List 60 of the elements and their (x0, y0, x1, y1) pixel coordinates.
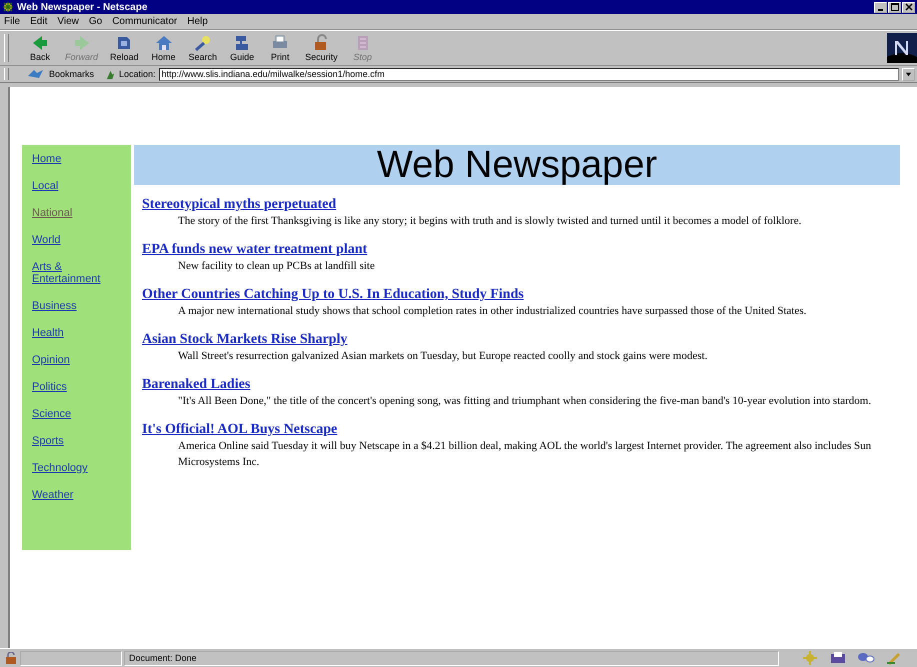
chat-bubbles-icon (857, 651, 875, 665)
nav-link[interactable]: Opinion (32, 354, 112, 366)
nav-link[interactable]: Sports (32, 435, 112, 447)
article-summary: Wall Street's resurrection galvanized Asian markets on Tuesday, but Europe reacted coolly and stock gains were modest. (177, 349, 708, 364)
search-icon (192, 34, 213, 52)
nav-link[interactable]: Local (32, 180, 112, 192)
nav-link[interactable]: Science (32, 408, 112, 420)
logo-icon (887, 33, 917, 63)
status-text: Document: Done (124, 650, 779, 666)
url-field[interactable]: http://www.slis.indiana.edu/milwalke/session1/home.cfm (158, 68, 899, 80)
article-summary: The story of the first Thanksgiving is like any story; it begins with truth and is slowly twisted and turned until it becomes a model of folklore. (177, 214, 802, 229)
nav-link[interactable]: Business (32, 300, 112, 312)
dropdown-button[interactable] (902, 68, 915, 80)
app-icon (2, 1, 14, 13)
house-icon (154, 34, 174, 52)
nav-link[interactable]: Weather (32, 489, 112, 501)
close-icon (904, 3, 912, 11)
headline-link[interactable]: Other Countries Catching Up to U.S. In Education, Study Finds (142, 287, 524, 303)
nav-link[interactable]: National (32, 207, 112, 219)
article-summary: New facility to clean up PCBs at landfill site (177, 259, 376, 274)
window-title: Web Newspaper - Netscape (17, 2, 148, 12)
menu-item[interactable]: Communicator (112, 16, 178, 27)
nav-link[interactable]: Technology (32, 462, 112, 474)
nav-link[interactable]: Arts & Entertainment (32, 261, 112, 285)
nav-link[interactable]: Home (32, 153, 112, 165)
close-button[interactable] (902, 2, 915, 12)
toolbar-button[interactable]: Home (146, 34, 181, 62)
article-summary: America Online said Tuesday it will buy Netscape in a $4.21 billion deal, making AOL the world's largest Internet provider. The agreement also includes Sun Microsystems Inc. (177, 439, 872, 470)
toolbar-button[interactable]: Print (263, 34, 298, 62)
bookmarks-button[interactable]: Bookmarks (49, 69, 94, 79)
pen-icon (885, 651, 903, 665)
headline-link[interactable]: It's Official! AOL Buys Netscape (142, 422, 338, 438)
maximize-button[interactable] (888, 2, 901, 12)
menu-item[interactable]: Help (187, 16, 208, 27)
nav-link[interactable]: World (32, 234, 112, 246)
menu-item[interactable]: File (4, 16, 20, 27)
toolbar-button[interactable]: Security (301, 34, 342, 62)
toolbar-button[interactable]: Back (23, 34, 57, 62)
menu-item[interactable]: Go (88, 16, 102, 27)
caret-icon (905, 70, 912, 78)
article-summary: "It's All Been Done," the title of the concert's opening song, was fitting and triumphant when considering the five-man band's 10-year evolution into stardom. (177, 394, 872, 409)
padlock-icon (4, 652, 18, 664)
nav-link[interactable]: Health (32, 327, 112, 339)
page-title: Web Newspaper (376, 144, 658, 186)
menu-item[interactable]: View (57, 16, 79, 27)
headline-link[interactable]: Barenaked Ladies (142, 377, 250, 393)
article-summary: A major new international study shows that school completion rates in other industrialized countries have surpassed those of the United States. (177, 304, 808, 319)
menu-item[interactable]: Edit (30, 16, 48, 27)
toolbar-button[interactable]: Search (184, 34, 222, 62)
gear-icon (801, 651, 819, 665)
toolbar-button[interactable]: Reload (106, 34, 143, 62)
maximize-icon (890, 3, 898, 11)
headline-link[interactable]: Asian Stock Markets Rise Sharply (142, 332, 348, 348)
minimize-button[interactable] (874, 2, 887, 12)
inbox-icon (829, 651, 847, 665)
headline-link[interactable]: EPA funds new water treatment plant (142, 242, 368, 258)
nav-link[interactable]: Politics (32, 381, 112, 393)
toolbar-button[interactable]: Guide (225, 34, 260, 62)
headline-link[interactable]: Stereotypical myths perpetuated (142, 197, 336, 213)
location-label: Location: (119, 69, 156, 79)
